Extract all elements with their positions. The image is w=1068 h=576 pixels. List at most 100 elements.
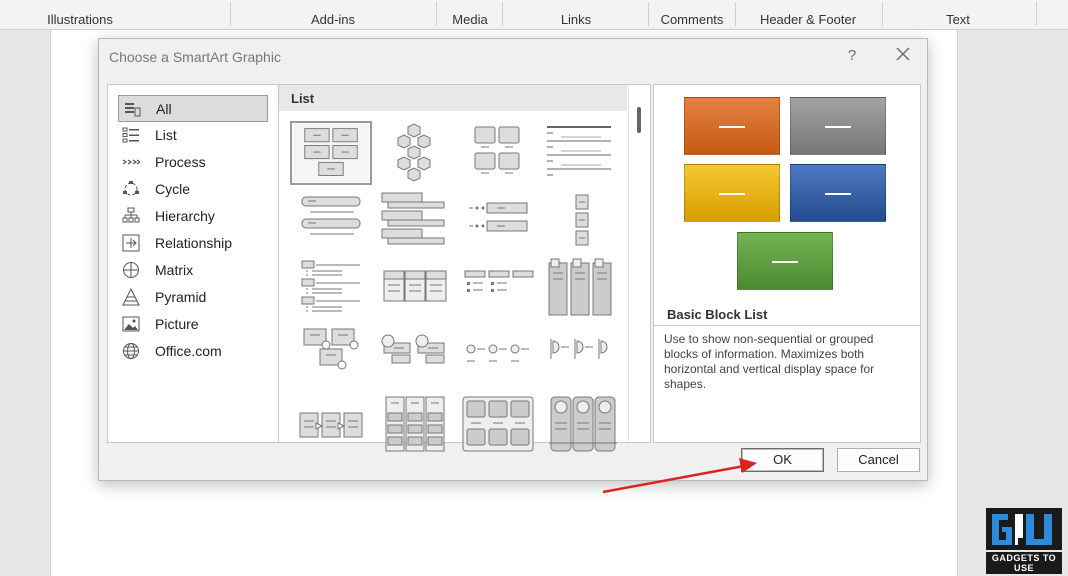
ribbon-group-label: Text (946, 12, 970, 27)
layout-square-accent-list[interactable] (457, 257, 539, 321)
category-label: Process (155, 154, 206, 170)
increasing-arrows-icon (299, 412, 363, 438)
layout-grouped-square-blocks[interactable] (457, 393, 539, 457)
layout-target-list[interactable] (457, 189, 539, 253)
preview-block-orange (684, 97, 780, 155)
picture-accent-list-icon (381, 334, 445, 364)
category-label: Pyramid (155, 289, 207, 305)
category-all[interactable]: All (118, 95, 268, 122)
preview-layout-name: Basic Block List (667, 307, 768, 322)
category-label: Matrix (155, 262, 194, 278)
process-icon (122, 159, 140, 165)
hexagon-cluster-icon (397, 123, 431, 182)
ribbon-group-label: Illustrations (47, 12, 113, 27)
layout-continuous-picture-list[interactable] (457, 325, 539, 389)
layout-increasing-arrows[interactable] (290, 393, 372, 457)
category-label: Picture (155, 316, 199, 332)
vertical-box-list-icon (575, 194, 589, 246)
help-button[interactable]: ? (844, 47, 860, 64)
ribbon-separator (436, 2, 437, 26)
dialog-titlebar[interactable]: Choose a SmartArt Graphic ? (99, 39, 927, 75)
square-accent-list-icon (464, 270, 534, 292)
ribbon-separator (230, 2, 231, 26)
ribbon-group-media[interactable]: Media (444, 0, 496, 30)
layout-basic-block-list[interactable] (290, 121, 372, 185)
layout-half-circle-list[interactable] (541, 325, 623, 389)
category-process[interactable]: Process (118, 149, 268, 176)
category-hierarchy[interactable]: Hierarchy (118, 203, 268, 230)
preview-block-yellow (684, 164, 780, 222)
category-picture[interactable]: Picture (118, 311, 268, 338)
layout-circle-columns[interactable] (541, 393, 623, 457)
layout-stacked-list[interactable] (374, 189, 456, 253)
layout-hexagon-cluster[interactable] (374, 121, 456, 185)
layout-lined-list[interactable] (541, 121, 623, 185)
ribbon-group-label: Header & Footer (759, 12, 857, 27)
layout-grouped-blocks[interactable] (457, 121, 539, 185)
close-button[interactable] (894, 45, 912, 63)
ribbon-group-add-ins[interactable]: Add-ins (300, 0, 366, 30)
ribbon-group-label: Media (452, 12, 488, 27)
ribbon-separator (648, 2, 649, 26)
category-pyramid[interactable]: Pyramid (118, 284, 268, 311)
layout-vertical-box-list[interactable] (541, 189, 623, 253)
preview-pane: Basic Block List Use to show non-sequent… (653, 84, 921, 443)
layout-picture-accent-list[interactable] (374, 325, 456, 389)
logo-caption: GADGETS TO USE (986, 552, 1062, 574)
close-icon (896, 47, 910, 61)
category-list: All List Process Cycle Hierarchy Relatio… (107, 84, 279, 443)
globe-icon (123, 343, 139, 359)
layout-horizontal-bullet-list[interactable] (374, 257, 456, 321)
ribbon-group-header-footer[interactable]: Header & Footer (752, 0, 864, 30)
continuous-picture-list-icon (466, 344, 529, 362)
category-matrix[interactable]: Matrix (118, 257, 268, 284)
ribbon-group-label: Add-ins (310, 12, 356, 27)
ribbon-group-text[interactable]: Text (936, 0, 980, 30)
category-label: Cycle (155, 181, 191, 197)
layout-trapezoid-list[interactable] (290, 257, 372, 321)
cancel-button[interactable]: Cancel (837, 448, 920, 472)
basic-block-list-icon (304, 128, 358, 176)
table-list-icon (548, 258, 612, 316)
matrix-icon (123, 262, 139, 278)
grouped-blocks-icon (474, 126, 520, 174)
ribbon-group-links[interactable]: Links (548, 0, 604, 30)
target-list-icon (469, 202, 528, 232)
cycle-icon (123, 181, 139, 196)
grouped-square-blocks-icon (462, 396, 534, 452)
vertical-bullet-list-icon (301, 196, 361, 235)
half-circle-list-icon (550, 339, 608, 359)
layout-vertical-bullet-list[interactable] (290, 189, 372, 253)
circle-columns-icon (549, 396, 617, 452)
ribbon-separator (882, 2, 883, 26)
layout-table-list[interactable] (541, 257, 623, 321)
smartart-dialog: Choose a SmartArt Graphic ? All List Pro… (98, 38, 928, 481)
pyramid-icon (122, 288, 140, 306)
scrollbar-thumb[interactable] (637, 107, 641, 133)
category-cycle[interactable]: Cycle (118, 176, 268, 203)
ribbon-group-illustrations[interactable]: Illustrations (44, 0, 116, 30)
gallery-header: List (279, 85, 627, 111)
all-icon (125, 103, 141, 117)
category-label: All (156, 101, 172, 117)
ribbon-group-comments[interactable]: Comments (656, 0, 728, 30)
preview-description: Use to show non-sequential or grouped bl… (654, 325, 920, 442)
category-label: List (155, 127, 177, 143)
horizontal-bullet-list-icon (383, 270, 447, 302)
ribbon-group-label: Links (560, 12, 592, 27)
list-icon (122, 127, 139, 143)
gallery-scrollbar[interactable] (628, 85, 650, 442)
category-label: Hierarchy (155, 208, 215, 224)
layout-vertical-block-columns[interactable] (374, 393, 456, 457)
ok-button[interactable]: OK (741, 448, 824, 472)
gadgets-to-use-logo: GADGETS TO USE (986, 508, 1062, 574)
preview-block-blue (790, 164, 886, 222)
vertical-block-columns-icon (385, 396, 445, 452)
category-relationship[interactable]: Relationship (118, 230, 268, 257)
preview-block-green (737, 232, 833, 290)
category-list-item[interactable]: List (118, 122, 268, 149)
layout-gallery: List (279, 84, 651, 452)
category-office-com[interactable]: Office.com (118, 338, 268, 365)
ribbon-group-label: Comments (660, 12, 724, 27)
layout-picture-caption-list[interactable] (290, 325, 372, 389)
